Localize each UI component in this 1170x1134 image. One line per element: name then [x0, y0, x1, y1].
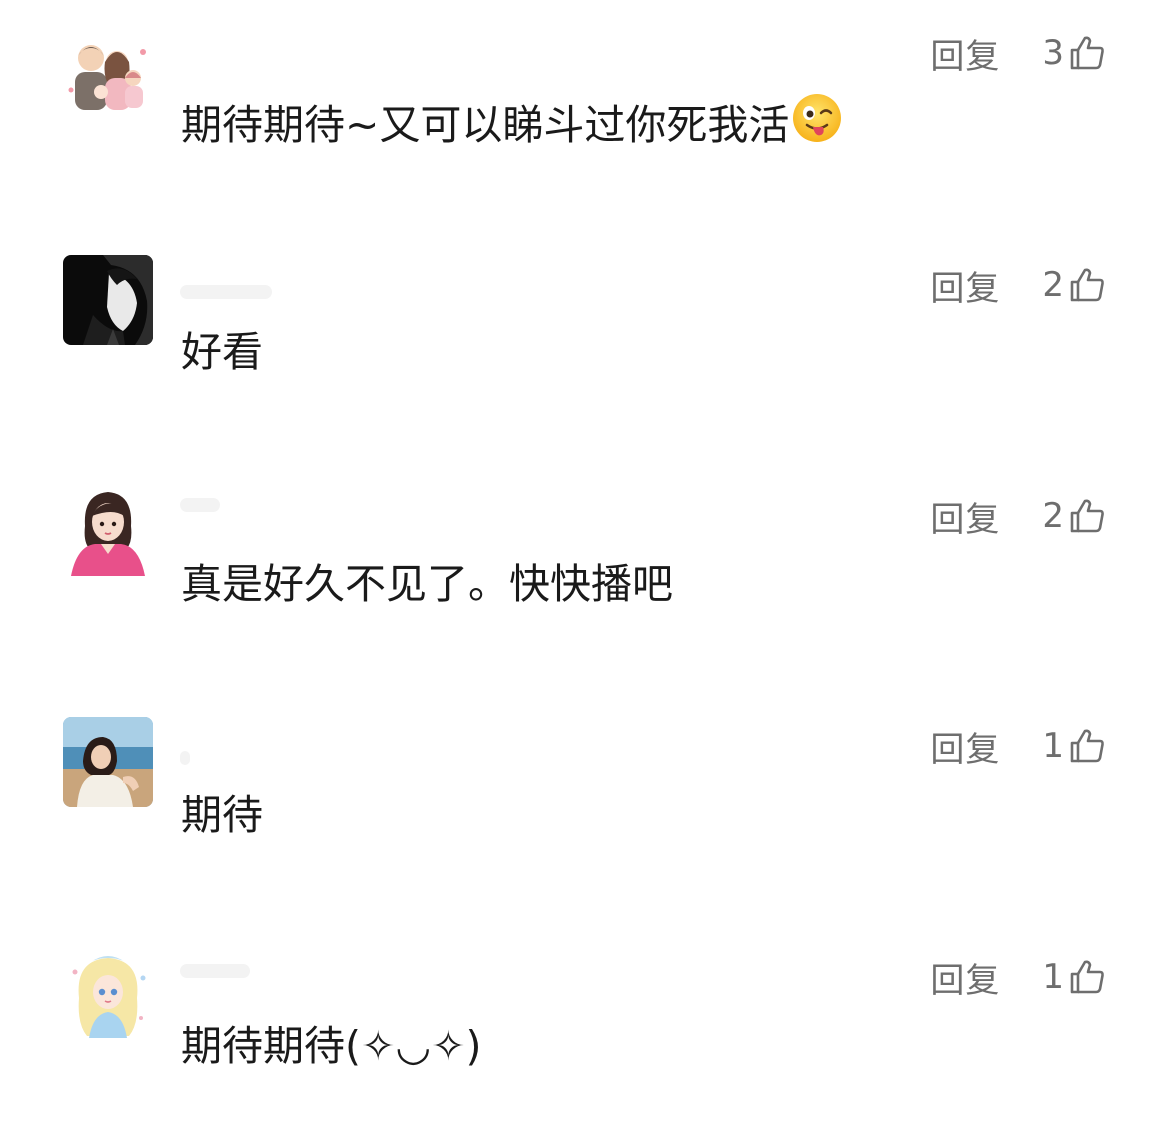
comment-text: 期待期待(✧◡✧)	[181, 1022, 482, 1070]
beach-photo-avatar-icon	[63, 717, 153, 807]
family-avatar-icon	[63, 30, 153, 120]
user-avatar[interactable]	[63, 30, 153, 120]
comment-text: 期待	[181, 791, 263, 839]
like-count: 2	[1042, 265, 1064, 305]
username-placeholder	[180, 964, 250, 978]
like-button[interactable]: 2	[1042, 265, 1106, 305]
pastel-anime-girl-avatar-icon	[63, 948, 153, 1038]
like-count: 2	[1042, 496, 1064, 536]
reply-button[interactable]: 回复	[930, 492, 1000, 541]
like-button[interactable]: 3	[1042, 33, 1106, 73]
user-avatar[interactable]	[63, 948, 153, 1038]
comment-item: 真是好久不见了。快快播吧 回复 2	[0, 462, 1170, 672]
thumbs-up-icon	[1070, 268, 1104, 302]
like-button[interactable]: 1	[1042, 957, 1106, 997]
like-button[interactable]: 2	[1042, 496, 1106, 536]
comment-item: 期待期待(✧◡✧) 回复 1	[0, 924, 1170, 1134]
thumbs-up-icon	[1070, 729, 1104, 763]
reply-button[interactable]: 回复	[930, 29, 1000, 78]
username-placeholder	[180, 498, 220, 512]
thumbs-up-icon	[1070, 960, 1104, 994]
comment-actions: 回复 1	[930, 952, 1106, 1002]
reply-button[interactable]: 回复	[930, 722, 1000, 771]
reply-button[interactable]: 回复	[930, 953, 1000, 1002]
comment-item: 好看 回复 2	[0, 231, 1170, 441]
dark-anime-avatar-icon	[63, 255, 153, 345]
comment-actions: 回复 3	[930, 28, 1106, 78]
like-button[interactable]: 1	[1042, 726, 1106, 766]
comment-text: 期待期待~又可以睇斗过你死我活	[181, 94, 843, 160]
like-count: 1	[1042, 726, 1064, 766]
thumbs-up-icon	[1070, 36, 1104, 70]
comment-actions: 回复 1	[930, 721, 1106, 771]
comment-actions: 回复 2	[930, 260, 1106, 310]
comment-text: 真是好久不见了。快快播吧	[181, 560, 673, 608]
thumbs-up-icon	[1070, 499, 1104, 533]
user-avatar[interactable]	[63, 255, 153, 345]
user-avatar[interactable]	[63, 486, 153, 576]
comment-list: 期待期待~又可以睇斗过你死我活 回复 3 好看 回复 2 真是好久不见了。快快播…	[0, 0, 1170, 1113]
username-placeholder	[180, 285, 272, 299]
username-placeholder	[180, 751, 190, 765]
reply-button[interactable]: 回复	[930, 261, 1000, 310]
comment-actions: 回复 2	[930, 491, 1106, 541]
winking-face-with-tongue-icon	[791, 92, 843, 156]
comment-item: 期待期待~又可以睇斗过你死我活 回复 3	[0, 0, 1170, 210]
like-count: 1	[1042, 957, 1064, 997]
like-count: 3	[1042, 33, 1064, 73]
comment-text: 好看	[181, 328, 263, 376]
user-avatar[interactable]	[63, 717, 153, 807]
girl-pink-jacket-avatar-icon	[63, 486, 153, 576]
comment-item: 期待 回复 1	[0, 693, 1170, 903]
